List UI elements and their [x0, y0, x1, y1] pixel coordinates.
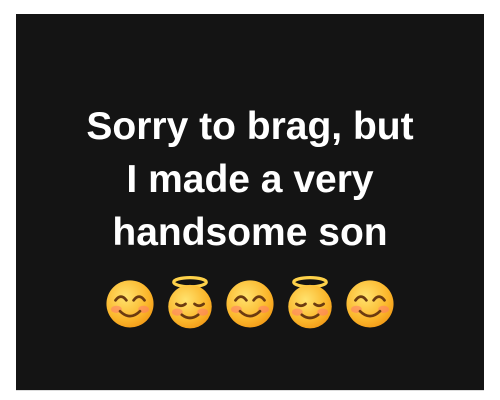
caption-line-1: Sorry to brag, but	[86, 105, 414, 148]
smiling-face-with-halo-icon	[288, 276, 332, 329]
smiling-face-with-halo-icon	[168, 276, 212, 329]
post-caption: Sorry to brag, but I made a very handsom…	[16, 100, 484, 259]
caption-line-2: I made a very	[126, 158, 374, 201]
smiling-face-with-smiling-eyes-icon	[346, 280, 394, 328]
page: Sorry to brag, but I made a very handsom…	[0, 0, 500, 400]
card-bottom-divider	[16, 390, 484, 391]
smiling-face-with-smiling-eyes-icon	[106, 280, 154, 328]
smiling-face-with-smiling-eyes-icon	[226, 280, 274, 328]
caption-line-3: handsome son	[112, 211, 388, 254]
post-image: Sorry to brag, but I made a very handsom…	[16, 14, 484, 390]
emoji-row	[16, 274, 484, 334]
